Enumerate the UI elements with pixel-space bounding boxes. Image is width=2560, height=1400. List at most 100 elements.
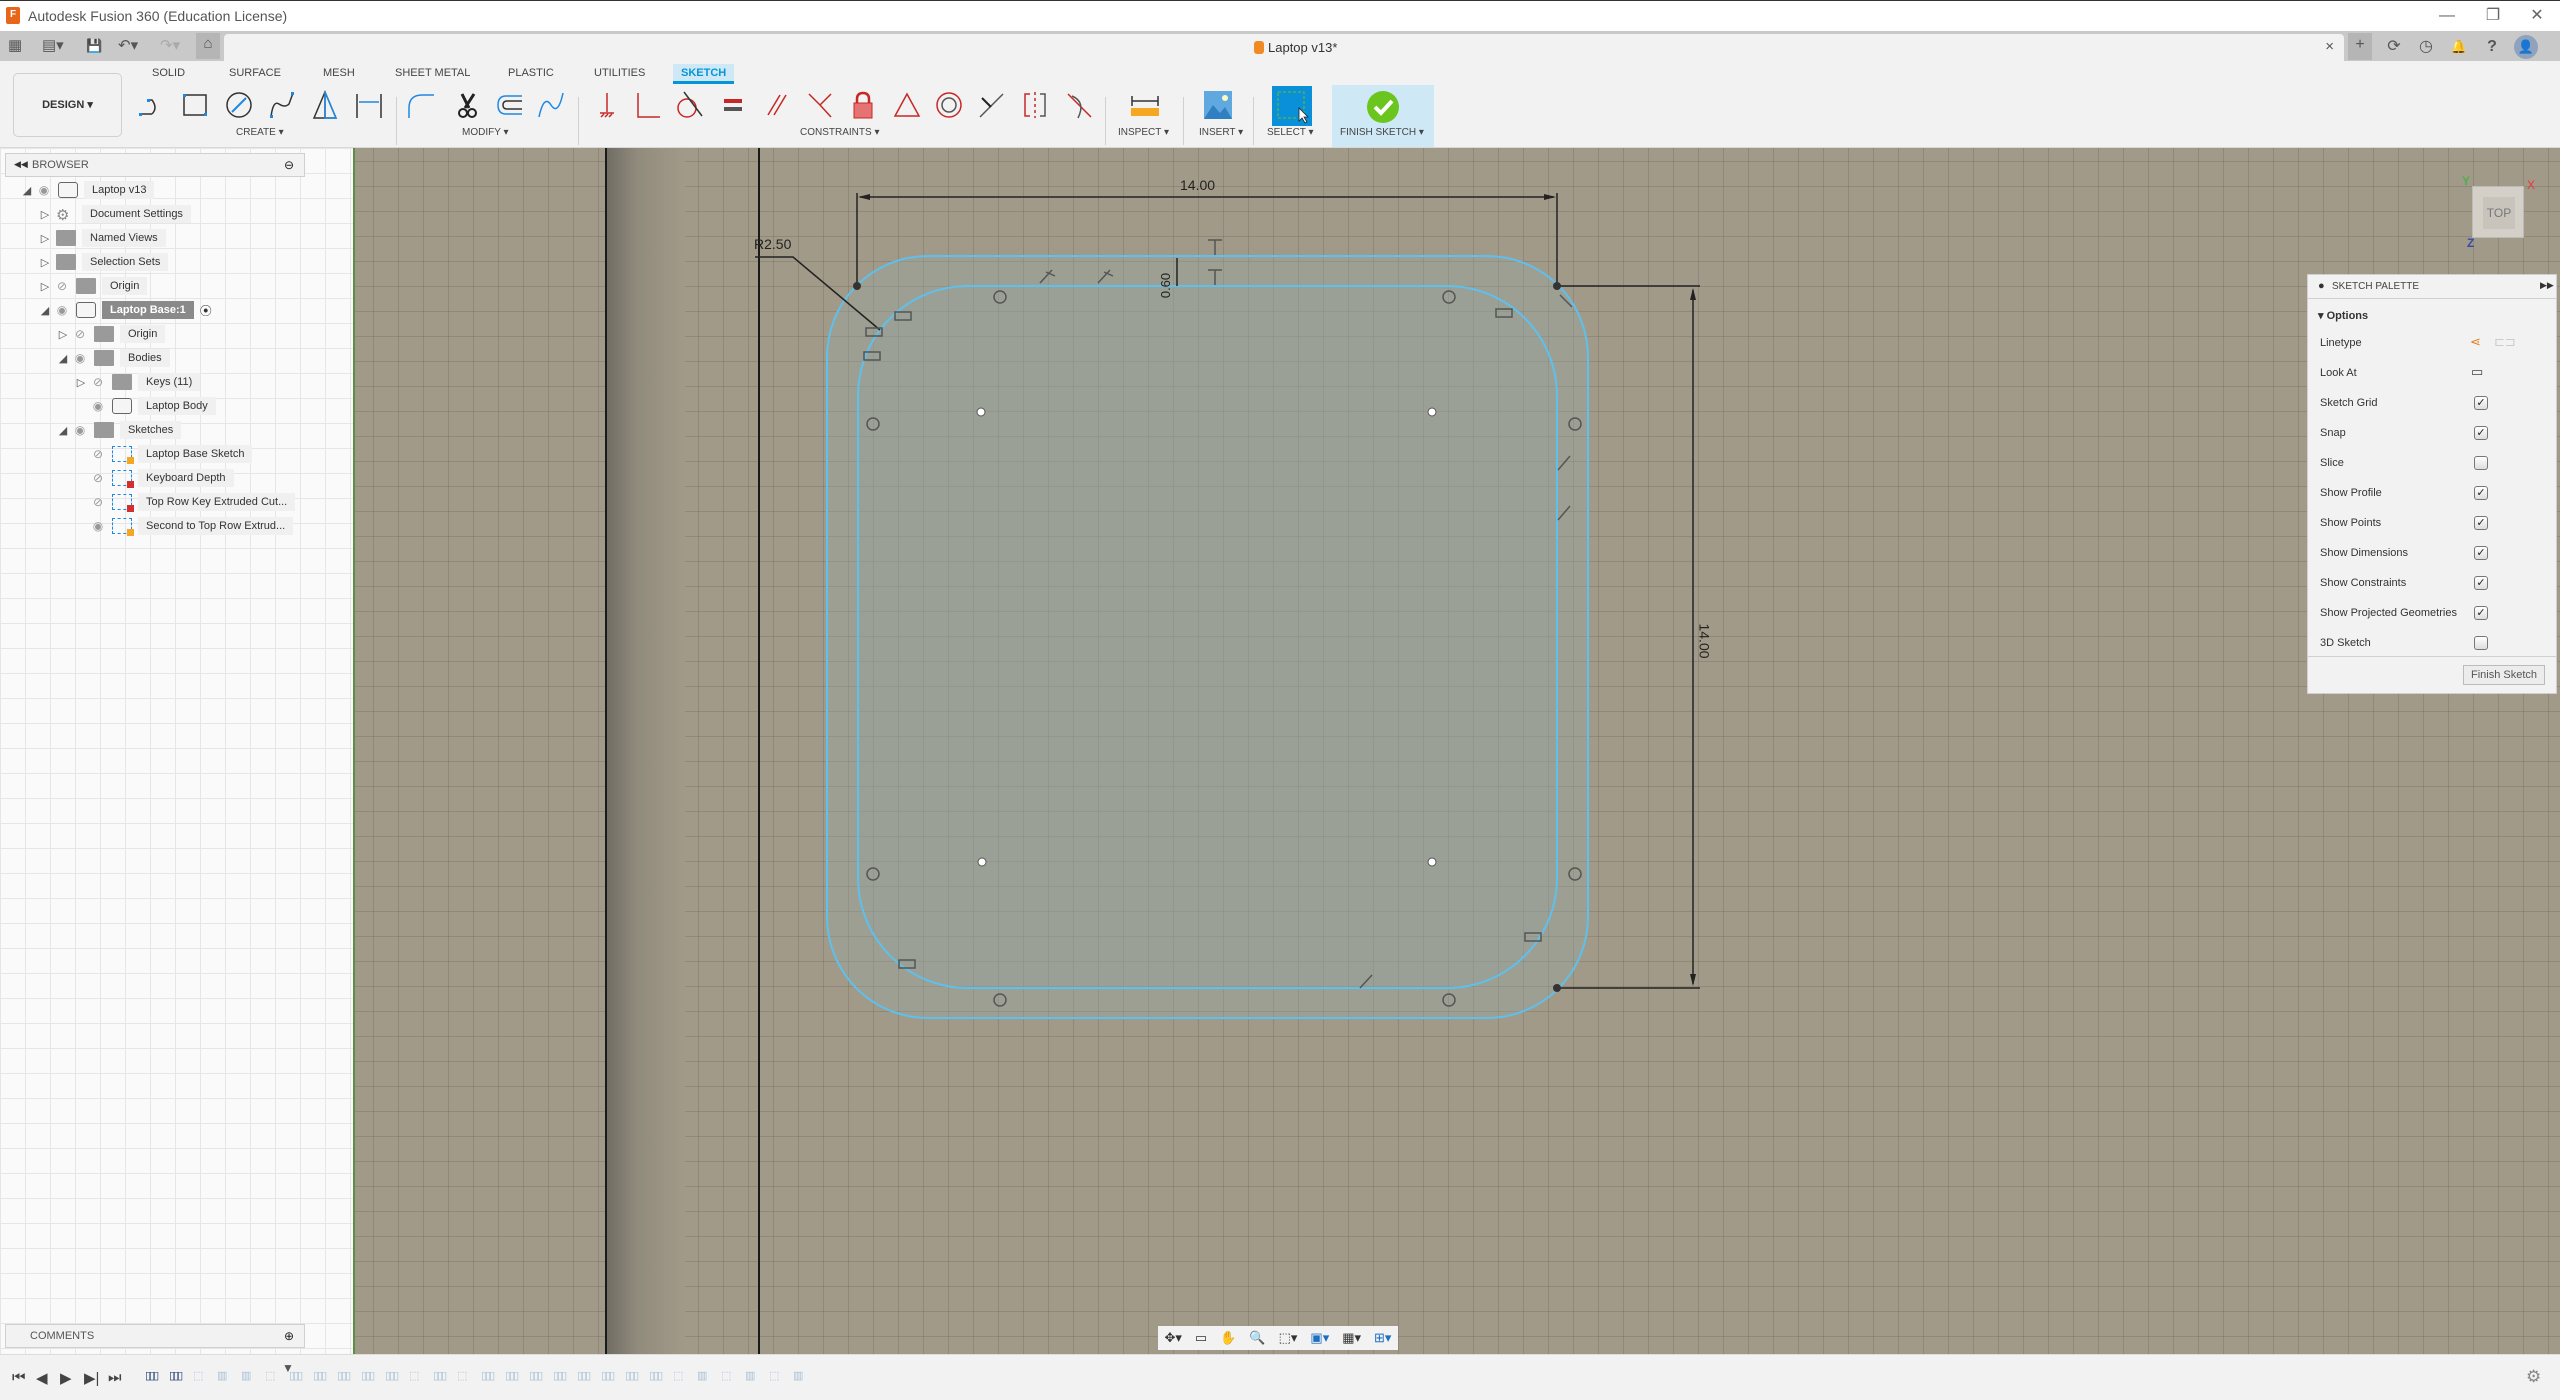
create-group-label[interactable]: CREATE ▾ bbox=[236, 127, 284, 138]
expanded-triangle-icon[interactable]: ◢ bbox=[56, 424, 70, 437]
rectangle-tool[interactable] bbox=[178, 88, 212, 122]
options-section-toggle[interactable]: ▾ Options bbox=[2318, 309, 2368, 322]
timeline-feature-icon[interactable]: ▯▯▯ bbox=[481, 1369, 495, 1382]
palette-checkbox[interactable]: ✓ bbox=[2474, 486, 2488, 500]
expanded-triangle-icon[interactable]: ◢ bbox=[56, 352, 70, 365]
centerline-linetype-icon[interactable]: ⊏⊐ bbox=[2494, 334, 2516, 350]
job-status-icon[interactable]: ◷ bbox=[2414, 35, 2438, 59]
perpendicular-constraint[interactable] bbox=[803, 88, 837, 122]
viewports-icon[interactable]: ⊞▾ bbox=[1374, 1330, 1391, 1346]
file-menu-button[interactable]: ▤▾ bbox=[42, 35, 64, 57]
hidden-eye-icon[interactable]: ⊘ bbox=[88, 375, 108, 389]
insert-image-tool[interactable] bbox=[1201, 88, 1235, 122]
grid-settings-icon[interactable]: ▦▾ bbox=[1342, 1330, 1361, 1346]
width-dimension-label[interactable]: 14.00 bbox=[1180, 177, 1215, 193]
add-comment-icon[interactable]: ⊕ bbox=[284, 1329, 294, 1343]
browser-item[interactable]: ◉ Second to Top Row Extrud... bbox=[0, 515, 350, 537]
hidden-eye-icon[interactable]: ⊘ bbox=[52, 279, 72, 293]
document-tab[interactable]: Laptop v13* × bbox=[224, 34, 2344, 61]
go-to-end-button[interactable]: ⏭ bbox=[108, 1369, 122, 1386]
fit-icon[interactable]: ⬚▾ bbox=[1279, 1330, 1298, 1346]
palette-checkbox[interactable] bbox=[2474, 636, 2488, 650]
home-button[interactable]: ⌂ bbox=[196, 33, 220, 59]
go-to-start-button[interactable]: ⏮ bbox=[12, 1369, 26, 1386]
midpoint-constraint[interactable] bbox=[890, 88, 924, 122]
collapse-panel-icon[interactable]: ◀◀ bbox=[14, 159, 28, 170]
line-tool[interactable] bbox=[136, 88, 170, 122]
timeline-feature-icon[interactable]: ⬚ bbox=[193, 1369, 204, 1382]
fillet-tool[interactable] bbox=[404, 88, 438, 122]
browser-item[interactable]: ⊘ Laptop Base Sketch bbox=[0, 443, 350, 465]
browser-item[interactable]: ▷ ⊘ Origin bbox=[0, 323, 350, 345]
palette-checkbox[interactable]: ✓ bbox=[2474, 516, 2488, 530]
expanded-triangle-icon[interactable]: ◢ bbox=[38, 304, 52, 317]
collapsed-triangle-icon[interactable]: ▷ bbox=[74, 376, 88, 389]
palette-checkbox[interactable]: ✓ bbox=[2474, 426, 2488, 440]
step-forward-button[interactable]: ▶| bbox=[84, 1369, 99, 1387]
timeline-feature-icon[interactable]: ⬚ bbox=[721, 1369, 732, 1382]
data-panel-grid-icon[interactable]: ▦ bbox=[8, 35, 22, 57]
circle-tool[interactable] bbox=[222, 88, 256, 122]
redo-button[interactable]: ↷▾ bbox=[160, 35, 180, 57]
timeline-feature-icon[interactable]: ▯▯▯ bbox=[553, 1369, 567, 1382]
collinear-constraint[interactable] bbox=[974, 88, 1008, 122]
timeline-feature-icon[interactable]: ▯▯▯ bbox=[385, 1369, 399, 1382]
spline-tool[interactable] bbox=[265, 88, 299, 122]
spline-modify-tool[interactable] bbox=[534, 88, 568, 122]
hidden-eye-icon[interactable]: ⊘ bbox=[88, 447, 108, 461]
tab-sheet-metal[interactable]: SHEET METAL bbox=[395, 67, 470, 79]
triangle-tool[interactable] bbox=[308, 88, 342, 122]
play-button[interactable]: ▶ bbox=[60, 1369, 72, 1387]
minimize-button[interactable]: — bbox=[2432, 5, 2462, 27]
palette-checkbox[interactable]: ✓ bbox=[2474, 576, 2488, 590]
trim-tool[interactable] bbox=[450, 88, 484, 122]
browser-item[interactable]: ◢ ◉ Sketches bbox=[0, 419, 350, 441]
eye-icon[interactable]: ◉ bbox=[70, 423, 90, 437]
palette-pin-icon[interactable]: ● bbox=[2318, 280, 2325, 292]
browser-item[interactable]: ◢ ◉ Bodies bbox=[0, 347, 350, 369]
hidden-eye-icon[interactable]: ⊘ bbox=[70, 327, 90, 341]
new-tab-button[interactable]: + bbox=[2348, 33, 2372, 60]
look-at-icon[interactable]: ▭ bbox=[1195, 1330, 1207, 1346]
viewport-canvas[interactable]: 14.00 14.00 0.60 R2.50 TOP Y X Z bbox=[355, 148, 2560, 1354]
timeline-feature-icon[interactable]: ▥ bbox=[217, 1369, 228, 1382]
tab-solid[interactable]: SOLID bbox=[152, 67, 185, 79]
timeline-feature-icon[interactable]: ▯▯▯ bbox=[361, 1369, 375, 1382]
step-back-button[interactable]: ◀ bbox=[36, 1369, 48, 1387]
hidden-eye-icon[interactable]: ⊘ bbox=[88, 495, 108, 509]
lock-constraint[interactable] bbox=[846, 88, 880, 122]
concentric-constraint[interactable] bbox=[932, 88, 966, 122]
eye-icon[interactable]: ◉ bbox=[88, 519, 108, 533]
timeline-feature-icon[interactable]: ⬚ bbox=[673, 1369, 684, 1382]
activate-component-icon[interactable]: ⦿ bbox=[200, 302, 212, 319]
select-group-label[interactable]: SELECT ▾ bbox=[1267, 127, 1314, 138]
timeline-feature-icon[interactable]: ▯▯▯ bbox=[145, 1369, 159, 1382]
eye-icon[interactable]: ◉ bbox=[52, 303, 72, 317]
view-cube[interactable]: TOP bbox=[2472, 186, 2524, 238]
workspace-switcher[interactable]: DESIGN ▾ bbox=[13, 73, 122, 137]
timeline-feature-icon[interactable]: ▯▯▯ bbox=[649, 1369, 663, 1382]
fix-constraint[interactable] bbox=[590, 88, 624, 122]
profile-avatar[interactable]: 👤 bbox=[2514, 35, 2538, 59]
palette-checkbox[interactable] bbox=[2474, 456, 2488, 470]
timeline-feature-icon[interactable]: ▥ bbox=[793, 1369, 804, 1382]
close-window-button[interactable]: ✕ bbox=[2522, 5, 2552, 27]
undo-button[interactable]: ↶▾ bbox=[118, 35, 138, 57]
collapsed-triangle-icon[interactable]: ▷ bbox=[56, 328, 70, 341]
pin-icon[interactable]: ⊖ bbox=[284, 158, 294, 172]
zoom-icon[interactable]: 🔍 bbox=[1249, 1330, 1265, 1346]
timeline-feature-icon[interactable]: ▯▯▯ bbox=[337, 1369, 351, 1382]
palette-checkbox[interactable]: ✓ bbox=[2474, 396, 2488, 410]
collapsed-triangle-icon[interactable]: ▷ bbox=[38, 256, 52, 269]
expanded-triangle-icon[interactable]: ◢ bbox=[20, 184, 34, 197]
timeline-feature-icon[interactable]: ▯▯▯ bbox=[433, 1369, 447, 1382]
tab-plastic[interactable]: PLASTIC bbox=[508, 67, 554, 79]
browser-item[interactable]: ◉ Laptop Body bbox=[0, 395, 350, 417]
browser-item[interactable]: ▷ ⊘ Origin bbox=[0, 275, 350, 297]
parallel-constraint[interactable] bbox=[760, 88, 794, 122]
coincident-constraint[interactable] bbox=[630, 88, 664, 122]
inspect-group-label[interactable]: INSPECT ▾ bbox=[1118, 127, 1169, 138]
expand-palette-icon[interactable]: ▶▶ bbox=[2540, 280, 2554, 291]
save-button[interactable]: 💾 bbox=[86, 35, 102, 57]
insert-group-label[interactable]: INSERT ▾ bbox=[1199, 127, 1243, 138]
